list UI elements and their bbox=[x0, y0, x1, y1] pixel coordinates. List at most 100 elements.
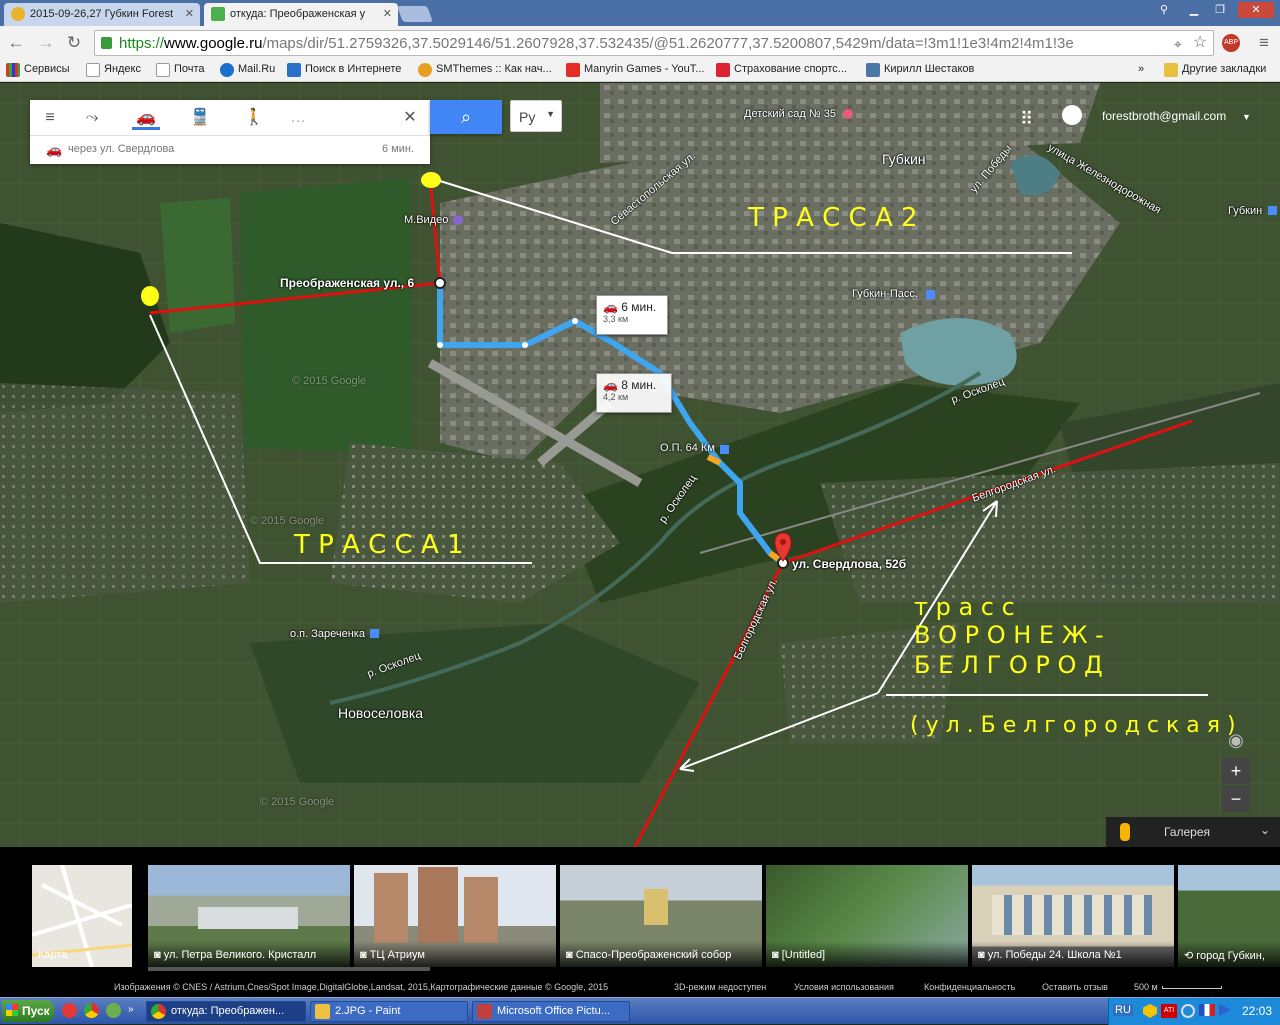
account-email[interactable]: forestbroth@gmail.com bbox=[1102, 109, 1226, 123]
close-icon[interactable]: ✕ bbox=[185, 7, 194, 20]
user-icon[interactable]: ⚲ bbox=[1152, 2, 1176, 18]
task-paint[interactable]: 2.JPG - Paint bbox=[310, 1001, 468, 1022]
walking-mode-icon[interactable]: 🚶 bbox=[240, 106, 268, 130]
task-picture-manager[interactable]: Microsoft Office Pictu... bbox=[472, 1001, 630, 1022]
train-station-icon[interactable] bbox=[926, 290, 935, 299]
language-indicator[interactable]: RU bbox=[1113, 1004, 1133, 1016]
thumbnail-photo[interactable]: ◙ ТЦ Атриум bbox=[354, 865, 556, 967]
thumbnail-caption: Карта bbox=[38, 949, 68, 961]
apps-grid-icon[interactable]: ⠿ bbox=[1020, 109, 1033, 130]
bookmark-other[interactable]: Другие закладки bbox=[1164, 63, 1266, 77]
transit-mode-icon[interactable]: 🚆 bbox=[186, 106, 214, 130]
star-icon[interactable]: ☆ bbox=[1190, 33, 1210, 53]
thumbnail-photo[interactable]: ◙ Спасо-Преображенский собор bbox=[560, 865, 762, 967]
route-summary[interactable]: 🚗 через ул. Свердлова 6 мин. bbox=[30, 137, 430, 163]
tab-maps[interactable]: откуда: Преображенская у ✕ bbox=[204, 3, 398, 26]
car-mode-icon[interactable]: 🚗 bbox=[132, 106, 160, 130]
chevron-down-icon[interactable]: ▼ bbox=[1242, 112, 1251, 122]
thumbnail-map[interactable]: Карта bbox=[32, 865, 132, 967]
gallery-bar[interactable]: Галерея ⌄ bbox=[1106, 817, 1280, 847]
thumbnail-photo[interactable]: ◙ ул. Победы 24. Школа №1 bbox=[972, 865, 1174, 967]
media-icon[interactable] bbox=[1219, 1004, 1231, 1016]
maximize-icon[interactable]: ❐ bbox=[1208, 2, 1232, 18]
adblock-icon[interactable]: ABP bbox=[1222, 34, 1240, 52]
reload-icon[interactable]: ↻ bbox=[64, 33, 84, 53]
zoom-out-button[interactable]: − bbox=[1222, 786, 1250, 812]
new-tab-button[interactable] bbox=[397, 6, 433, 22]
close-icon[interactable]: ✕ bbox=[383, 7, 392, 20]
thumbnail-photo[interactable]: ◙ ул. Петра Великого. Кристалл bbox=[148, 865, 350, 967]
directions-icon[interactable]: ⤳ bbox=[78, 106, 106, 130]
start-label[interactable]: Преображенская ул., 6 bbox=[280, 276, 414, 290]
menu-icon[interactable]: ≡ bbox=[36, 106, 64, 130]
bookmark-mailru[interactable]: Mail.Ru bbox=[220, 63, 275, 77]
kindergarten-label[interactable]: Детский сад № 35 bbox=[744, 108, 836, 120]
filmstrip-scrollbar[interactable] bbox=[148, 967, 430, 971]
thumbnail-photo[interactable]: ◙ [Untitled] bbox=[766, 865, 968, 967]
bookmark-label: Яндекс bbox=[104, 63, 141, 75]
forward-icon[interactable]: → bbox=[36, 33, 56, 53]
task-chrome[interactable]: откуда: Преображен... bbox=[146, 1001, 306, 1022]
flag-icon[interactable] bbox=[1199, 1004, 1215, 1016]
feedback-link[interactable]: Оставить отзыв bbox=[1042, 982, 1108, 992]
minimize-icon[interactable]: ▁ bbox=[1182, 2, 1206, 18]
location-blocked-icon[interactable]: ⌖ bbox=[1168, 34, 1188, 54]
scale-label[interactable]: 500 м bbox=[1134, 982, 1158, 992]
page-icon bbox=[86, 63, 100, 77]
back-icon[interactable]: ← bbox=[6, 33, 26, 53]
ati-icon[interactable]: ATI bbox=[1161, 1004, 1177, 1018]
language-select[interactable]: Ру ▼ bbox=[510, 100, 562, 132]
end-label[interactable]: ул. Свердлова, 52б bbox=[792, 557, 906, 571]
start-marker-icon[interactable] bbox=[434, 277, 446, 289]
chrome-icon[interactable] bbox=[84, 1003, 99, 1018]
thumbnail-photo[interactable]: ⟲ город Губкин, bbox=[1178, 865, 1280, 967]
bookmark-smthemes[interactable]: SMThemes :: Как нач... bbox=[418, 63, 552, 77]
bookmark-insurance[interactable]: Страхование спортс... bbox=[716, 63, 847, 77]
op64-label[interactable]: О.П. 64 Км bbox=[660, 442, 715, 454]
gubkin-pass-label[interactable]: Губкин-Пасс. bbox=[852, 288, 918, 300]
shop-icon[interactable] bbox=[453, 215, 463, 225]
mvideo-label[interactable]: М.Видео bbox=[404, 214, 448, 226]
chevron-down-icon[interactable]: ⌄ bbox=[1260, 823, 1270, 837]
gubkin-station-label[interactable]: Губкин bbox=[1228, 205, 1262, 217]
train-station-icon[interactable] bbox=[370, 629, 379, 638]
more-modes-icon[interactable]: … bbox=[284, 106, 312, 130]
close-icon[interactable]: ✕ bbox=[396, 106, 424, 130]
terms-link[interactable]: Условия использования bbox=[794, 982, 894, 992]
bookmark-pochta[interactable]: Почта bbox=[156, 63, 205, 77]
bookmark-yandex[interactable]: Яндекс bbox=[86, 63, 141, 77]
route-callout-alternative[interactable]: 🚗 8 мин. 4,2 км bbox=[596, 373, 672, 413]
address-bar[interactable]: https://www.google.ru/maps/dir/51.275932… bbox=[94, 30, 1214, 56]
expand-icon[interactable]: » bbox=[128, 1004, 134, 1015]
network-icon[interactable] bbox=[1181, 1004, 1195, 1018]
tab-forest[interactable]: 2015-09-26,27 Губкин Forest ✕ bbox=[4, 3, 200, 26]
start-button[interactable]: Пуск bbox=[2, 1000, 54, 1022]
school-icon[interactable] bbox=[843, 109, 853, 119]
zoom-in-button[interactable]: + bbox=[1222, 758, 1250, 784]
camera-icon: ◙ bbox=[360, 949, 370, 961]
close-window-icon[interactable]: ✕ bbox=[1238, 2, 1274, 18]
bookmark-label: Сервисы bbox=[24, 63, 70, 75]
satellite-map[interactable]: Преображенская ул., 6 ул. Свердлова, 52б… bbox=[0, 83, 1280, 847]
quicklaunch-icon[interactable] bbox=[106, 1003, 121, 1018]
quicklaunch-icon[interactable] bbox=[62, 1003, 77, 1018]
bookmark-search[interactable]: Поиск в Интернете bbox=[287, 63, 401, 77]
bookmark-youtube[interactable]: Manyrin Games - YouT... bbox=[566, 63, 704, 77]
search-button[interactable]: ⌕ bbox=[430, 100, 502, 134]
route-callout-primary[interactable]: 🚗 6 мин. 3,3 км bbox=[596, 295, 668, 335]
clock[interactable]: 22:03 bbox=[1242, 1004, 1272, 1018]
route-via: через ул. Свердлова bbox=[68, 143, 175, 155]
privacy-link[interactable]: Конфиденциальность bbox=[924, 982, 1015, 992]
bookmark-vk[interactable]: Кирилл Шестаков bbox=[866, 63, 974, 77]
pegman-icon[interactable] bbox=[1120, 823, 1130, 841]
menu-icon[interactable]: ≡ bbox=[1254, 33, 1274, 53]
train-station-icon[interactable] bbox=[720, 445, 729, 454]
bookmark-apps[interactable]: Сервисы bbox=[6, 63, 70, 77]
bookmarks-more-button[interactable]: » bbox=[1138, 63, 1144, 75]
zarechenka-label[interactable]: о.п. Заречeнка bbox=[290, 628, 365, 640]
train-station-icon[interactable] bbox=[1268, 206, 1277, 215]
voronezh-annotation-2: В О Р О Н Е Ж - bbox=[914, 621, 1104, 649]
my-location-icon[interactable]: ◉ bbox=[1222, 727, 1250, 753]
shield-icon[interactable] bbox=[1143, 1004, 1157, 1018]
notification-icon[interactable] bbox=[1062, 105, 1082, 125]
